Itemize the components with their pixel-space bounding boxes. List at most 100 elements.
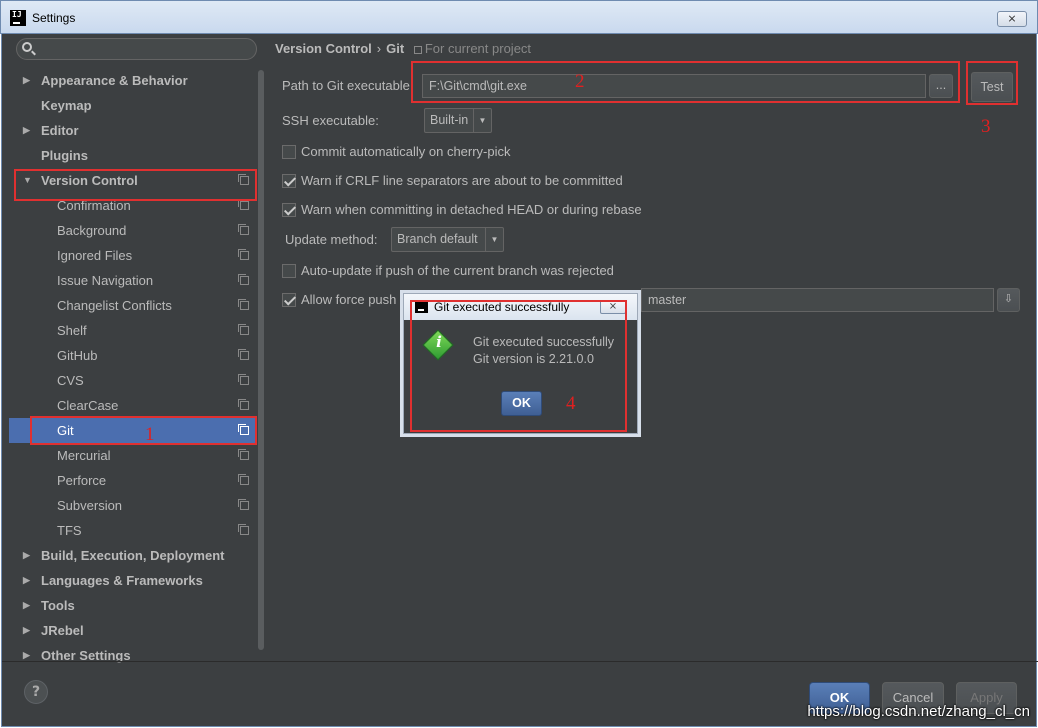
settings-search-input[interactable] (16, 38, 257, 60)
sidebar-item-issue-navigation[interactable]: Issue Navigation (9, 268, 255, 293)
sidebar-item-clearcase[interactable]: ClearCase (9, 393, 255, 418)
breadcrumb: Version Control › Git For current project (275, 41, 531, 56)
sidebar-item-label: TFS (57, 523, 82, 538)
chevron-right-icon[interactable]: ▶ (23, 618, 30, 643)
annotation-box-git (30, 416, 257, 445)
crlf-warning-checkbox[interactable] (282, 174, 296, 188)
window-titlebar: IJ Settings ⨯ (0, 0, 1038, 34)
annotation-number-4: 4 (566, 393, 576, 414)
protected-branches-input[interactable]: master (641, 288, 994, 312)
sidebar-item-label: Ignored Files (57, 248, 133, 263)
annotation-number-2: 2 (575, 71, 585, 92)
chevron-right-icon[interactable]: ▶ (23, 118, 30, 143)
project-scope-icon (238, 249, 249, 260)
search-icon (22, 42, 32, 52)
expand-field-icon: ⇩ (1003, 293, 1014, 305)
annotation-box-version-control (14, 169, 257, 201)
project-scope-icon (238, 199, 249, 210)
sidebar-item-label: ClearCase (57, 398, 119, 413)
chevron-right-icon[interactable]: ▶ (23, 68, 30, 93)
breadcrumb-parent[interactable]: Version Control (275, 41, 372, 56)
project-scope-icon (238, 499, 249, 510)
intellij-app-icon: IJ (10, 10, 26, 26)
sidebar-item-subversion[interactable]: Subversion (9, 493, 255, 518)
force-push-label: Allow force push (301, 292, 397, 307)
detached-head-checkbox[interactable] (282, 203, 296, 217)
ssh-executable-select[interactable]: Built-in ▼ (424, 108, 492, 133)
chevron-right-icon[interactable]: ▶ (23, 643, 30, 668)
sidebar-item-label: Tools (41, 598, 75, 613)
protected-branches-edit-button[interactable]: ⇩ (997, 288, 1020, 312)
annotation-box-git-path (411, 61, 960, 103)
project-scope-icon (238, 449, 249, 460)
chevron-down-icon: ▼ (473, 109, 491, 132)
sidebar-item-languages-frameworks[interactable]: ▶ Languages & Frameworks (9, 568, 255, 593)
project-scope-icon (238, 374, 249, 385)
sidebar-item-shelf[interactable]: Shelf (9, 318, 255, 343)
sidebar-item-label: Other Settings (41, 648, 131, 663)
sidebar-item-label: Perforce (57, 473, 107, 488)
annotation-box-test (966, 61, 1018, 105)
project-scope-icon (238, 299, 249, 310)
project-scope-icon (238, 224, 249, 235)
sidebar-item-label: Shelf (57, 323, 87, 338)
sidebar-item-label: Subversion (57, 498, 123, 513)
chevron-right-icon[interactable]: ▶ (23, 543, 30, 568)
footer-divider (2, 661, 1038, 662)
sidebar-item-jrebel[interactable]: ▶ JRebel (9, 618, 255, 643)
sidebar-item-label: Changelist Conflicts (57, 298, 172, 313)
annotation-number-3: 3 (981, 116, 991, 137)
sidebar-item-label: Issue Navigation (57, 273, 154, 288)
help-button[interactable]: ? (24, 680, 48, 704)
sidebar-item-build-execution-deployment[interactable]: ▶ Build, Execution, Deployment (9, 543, 255, 568)
project-scope-icon (238, 349, 249, 360)
sidebar-item-cvs[interactable]: CVS (9, 368, 255, 393)
sidebar-item-label: GitHub (57, 348, 98, 363)
sidebar-item-label: Mercurial (57, 448, 111, 463)
sidebar-item-label: Appearance & Behavior (41, 73, 188, 88)
sidebar-item-tfs[interactable]: TFS (9, 518, 255, 543)
sidebar-item-label: JRebel (41, 623, 84, 638)
breadcrumb-current: Git (386, 41, 405, 56)
sidebar-item-label: Build, Execution, Deployment (41, 548, 225, 563)
ssh-executable-label: SSH executable: (282, 113, 379, 128)
sidebar-item-changelist-conflicts[interactable]: Changelist Conflicts (9, 293, 255, 318)
sidebar-item-mercurial[interactable]: Mercurial (9, 443, 255, 468)
breadcrumb-separator: › (376, 41, 382, 56)
project-scope-icon (238, 474, 249, 485)
git-path-label: Path to Git executable: (282, 78, 414, 93)
window-close-button[interactable]: ⨯ (997, 11, 1027, 27)
annotation-box-dialog (410, 300, 627, 432)
chevron-right-icon[interactable]: ▶ (23, 593, 30, 618)
sidebar-item-github[interactable]: GitHub (9, 343, 255, 368)
sidebar-item-ignored-files[interactable]: Ignored Files (9, 243, 255, 268)
project-scope-icon (238, 274, 249, 285)
breadcrumb-scope: For current project (424, 41, 532, 56)
update-method-value: Branch default (397, 232, 478, 246)
sidebar-item-label: Keymap (41, 98, 92, 113)
sidebar-item-label: Editor (41, 123, 79, 138)
crlf-warning-label: Warn if CRLF line separators are about t… (301, 173, 623, 188)
sidebar-item-editor[interactable]: ▶ Editor (9, 118, 255, 143)
annotation-number-1: 1 (145, 424, 155, 445)
sidebar-item-perforce[interactable]: Perforce (9, 468, 255, 493)
sidebar-item-plugins[interactable]: Plugins (9, 143, 255, 168)
cherry-pick-checkbox[interactable] (282, 145, 296, 159)
project-scope-icon (238, 524, 249, 535)
cherry-pick-label: Commit automatically on cherry-pick (301, 144, 511, 159)
sidebar-item-other-settings[interactable]: ▶ Other Settings (9, 643, 255, 668)
chevron-right-icon[interactable]: ▶ (23, 568, 30, 593)
update-method-select[interactable]: Branch default ▼ (391, 227, 504, 252)
auto-update-checkbox[interactable] (282, 264, 296, 278)
sidebar-item-keymap[interactable]: Keymap (9, 93, 255, 118)
project-scope-icon (413, 46, 422, 54)
ssh-executable-value: Built-in (430, 113, 469, 127)
project-scope-icon (238, 324, 249, 335)
settings-sidebar: ▶ Appearance & Behavior Keymap ▶ Editor Plugi… (9, 34, 265, 663)
sidebar-item-tools[interactable]: ▶ Tools (9, 593, 255, 618)
force-push-checkbox[interactable] (282, 293, 296, 307)
sidebar-item-background[interactable]: Background (9, 218, 255, 243)
sidebar-scrollbar[interactable] (258, 70, 264, 650)
sidebar-item-appearance-behavior[interactable]: ▶ Appearance & Behavior (9, 68, 255, 93)
watermark: https://blog.csdn.net/zhang_cl_cn (807, 703, 1030, 720)
